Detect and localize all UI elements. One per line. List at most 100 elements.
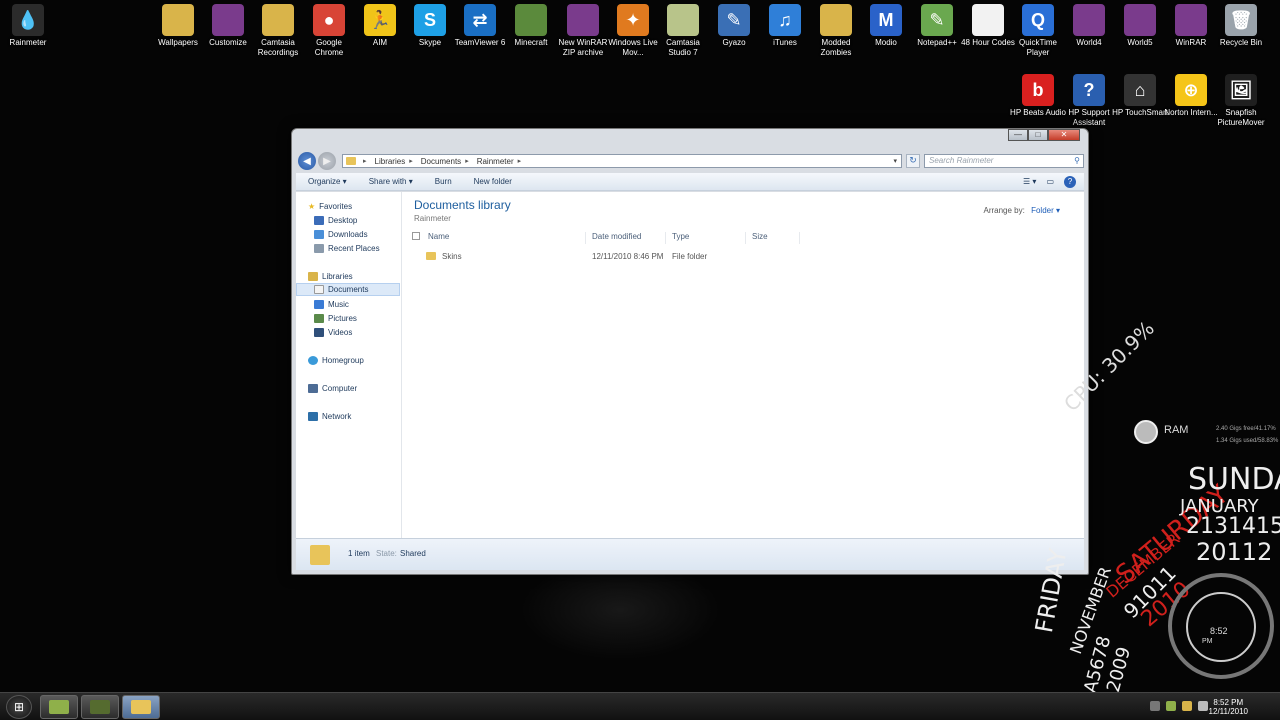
teamviewer-icon: ⇄	[464, 4, 496, 36]
desktop-icon-row2-1[interactable]: ? HP Support Assistant	[1061, 74, 1117, 128]
row-date-modified: 12/11/2010 8:46 PM	[592, 252, 664, 261]
winrar-icon	[567, 4, 599, 36]
desktop-icon-5[interactable]: 🏃 AIM	[352, 4, 408, 48]
desktop-icon-8[interactable]: Minecraft	[503, 4, 559, 48]
maximize-button[interactable]: □	[1028, 129, 1048, 141]
explorer-window[interactable]: — □ ✕ ◀ ▶ ▸ Libraries ▸ Documents ▸ Rain…	[291, 128, 1089, 575]
tray-arrow-icon[interactable]	[1150, 701, 1160, 711]
nav-desktop[interactable]: Desktop	[314, 214, 357, 226]
desktop-icon-17[interactable]: 48 Hour Codes	[960, 4, 1016, 48]
taskbar-app-camtasia[interactable]	[81, 695, 119, 719]
burn-button[interactable]: Burn	[435, 177, 452, 186]
desktop-icon-row2-0[interactable]: b HP Beats Audio	[1010, 74, 1066, 118]
nav-pictures[interactable]: Pictures	[314, 312, 357, 324]
nav-network-label: Network	[322, 411, 352, 421]
search-icon[interactable]: ⚲	[1074, 155, 1080, 167]
nav-network[interactable]: Network	[308, 410, 351, 422]
documents-icon	[314, 285, 324, 294]
desktop-icon-10[interactable]: ✦ Windows Live Mov...	[605, 4, 661, 58]
nav-libraries[interactable]: Libraries	[308, 270, 353, 282]
back-button[interactable]: ◀	[298, 152, 316, 170]
minimize-button[interactable]: —	[1008, 129, 1028, 141]
desktop-icon-16[interactable]: ✎ Notepad++	[909, 4, 965, 48]
preview-pane-button[interactable]: ▭	[1046, 177, 1054, 186]
column-type[interactable]: Type	[672, 232, 746, 244]
desktop-icon-15[interactable]: M Modio	[858, 4, 914, 48]
desktop-icon-label: Minecraft	[514, 38, 548, 47]
desktop-icon-22[interactable]: 🗑 Recycle Bin	[1213, 4, 1269, 48]
taskbar-app-explorer[interactable]	[122, 695, 160, 719]
desktop-icon-label: HP Support Assistant	[1068, 108, 1110, 127]
row-type: File folder	[672, 252, 708, 261]
organize-button[interactable]: Organize ▾	[308, 177, 347, 186]
new-folder-button[interactable]: New folder	[474, 177, 512, 186]
desktop-icon-20[interactable]: World5	[1112, 4, 1168, 48]
pictures-icon	[314, 313, 324, 323]
table-row[interactable]: Skins 12/11/2010 8:46 PM File folder	[412, 250, 1084, 264]
rainmeter-icon: 💧	[12, 4, 44, 36]
desktop-icon-19[interactable]: World4	[1061, 4, 1117, 48]
desktop-icon-row2-3[interactable]: ⊕ Norton Intern...	[1163, 74, 1219, 118]
itunes-icon: ♫	[769, 4, 801, 36]
taskbar-app-minecraft[interactable]	[40, 695, 78, 719]
breadcrumb-libraries[interactable]: Libraries	[375, 157, 406, 166]
breadcrumb-documents[interactable]: Documents	[421, 157, 461, 166]
folder-icon	[820, 4, 852, 36]
ram-icon	[1134, 420, 1158, 444]
winrar-icon	[1073, 4, 1105, 36]
desktop-icon-1[interactable]: Wallpapers	[150, 4, 206, 48]
tray-network-icon[interactable]	[1166, 701, 1176, 711]
desktop-icon-9[interactable]: New WinRAR ZIP archive	[555, 4, 611, 58]
nav-videos[interactable]: Videos	[314, 326, 352, 338]
nav-music[interactable]: Music	[314, 298, 349, 310]
desktop-icon-13[interactable]: ♫ iTunes	[757, 4, 813, 48]
tray-volume-icon[interactable]	[1198, 701, 1208, 711]
desktop-icon-2[interactable]: Customize	[200, 4, 256, 48]
nav-computer[interactable]: Computer	[308, 382, 357, 394]
address-dropdown-icon[interactable]: ▾	[893, 157, 897, 165]
desktop-icon-18[interactable]: Q QuickTime Player	[1010, 4, 1066, 58]
desktop-icon-21[interactable]: WinRAR	[1163, 4, 1219, 48]
arrange-by-dropdown[interactable]: Folder ▾	[1031, 206, 1060, 215]
winrar-icon	[1124, 4, 1156, 36]
desktop-icon-7[interactable]: ⇄ TeamViewer 6	[452, 4, 508, 48]
refresh-button[interactable]: ↻	[906, 154, 920, 168]
minecraft-icon	[515, 4, 547, 36]
desktop-icon-11[interactable]: Camtasia Studio 7	[655, 4, 711, 58]
change-view-button[interactable]: ☰ ▾	[1023, 177, 1036, 186]
nav-documents[interactable]: Documents	[296, 283, 400, 296]
desktop-icon-0[interactable]: 💧 Rainmeter	[0, 4, 56, 48]
desktop-icon-12[interactable]: ✎ Gyazo	[706, 4, 762, 48]
breadcrumb-separator: ▸	[517, 158, 522, 165]
address-bar[interactable]: ▸ Libraries ▸ Documents ▸ Rainmeter ▸ ▾	[342, 154, 902, 168]
forward-button[interactable]: ▶	[318, 152, 336, 170]
select-all-checkbox[interactable]	[412, 232, 420, 240]
homegroup-icon	[308, 355, 318, 365]
desktop-icon-6[interactable]: S Skype	[402, 4, 458, 48]
desktop-icon-label: QuickTime Player	[1019, 38, 1057, 57]
start-button[interactable]: ⊞	[6, 695, 32, 719]
column-date-modified[interactable]: Date modified	[592, 232, 666, 244]
desktop-icon-row2-4[interactable]: 🖼 Snapfish PictureMover	[1213, 74, 1269, 128]
close-button[interactable]: ✕	[1048, 129, 1080, 141]
column-name[interactable]: Name	[428, 232, 586, 244]
tray-action-center-icon[interactable]	[1182, 701, 1192, 711]
row-name[interactable]: Skins	[442, 252, 462, 261]
nav-favorites[interactable]: ★ Favorites	[308, 200, 352, 212]
breadcrumb-rainmeter[interactable]: Rainmeter	[477, 157, 514, 166]
library-title: Documents library	[414, 198, 511, 212]
column-size[interactable]: Size	[752, 232, 800, 244]
nav-homegroup[interactable]: Homegroup	[308, 354, 364, 366]
help-icon[interactable]: ?	[1064, 175, 1076, 188]
desktop-icon-14[interactable]: Modded Zombies	[808, 4, 864, 58]
nav-recent-places[interactable]: Recent Places	[314, 242, 380, 254]
item-count: 1 item	[348, 549, 370, 558]
library-subtitle[interactable]: Rainmeter	[414, 214, 451, 223]
desktop-icon-row2-2[interactable]: ⌂ HP TouchSmart	[1112, 74, 1168, 118]
desktop-icon-3[interactable]: Camtasia Recordings	[250, 4, 306, 58]
tray-clock[interactable]: 8:52 PM 12/11/2010	[1209, 698, 1248, 716]
search-input[interactable]: Search Rainmeter ⚲	[924, 154, 1084, 168]
desktop-icon-4[interactable]: ● Google Chrome	[301, 4, 357, 58]
nav-downloads[interactable]: Downloads	[314, 228, 368, 240]
share-with-button[interactable]: Share with ▾	[369, 177, 413, 186]
